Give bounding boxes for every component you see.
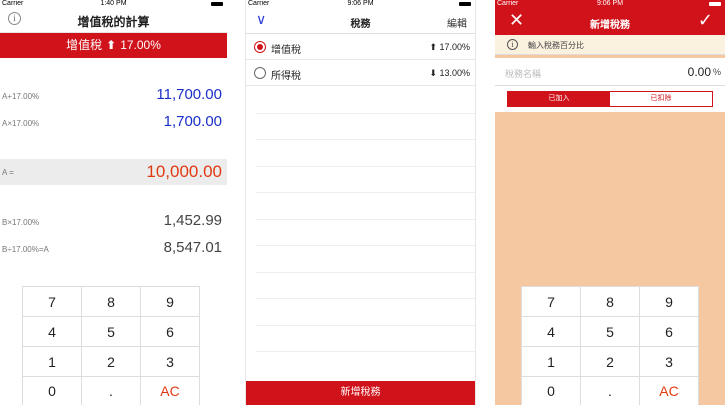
tax-name: 增值稅	[271, 45, 301, 56]
key-4[interactable]: 4	[23, 317, 82, 347]
segment-deducted[interactable]: 已扣除	[610, 92, 712, 106]
percent-unit: %	[712, 67, 721, 77]
key-7[interactable]: 7	[23, 287, 82, 317]
battery-icon	[211, 2, 223, 6]
key-7[interactable]: 7	[522, 287, 581, 317]
key-3[interactable]: 3	[640, 347, 699, 377]
amount-value: 10,000.00	[146, 162, 222, 181]
status-time: 9:06 PM	[347, 0, 374, 7]
list-divider	[256, 219, 475, 220]
result-row-tax: A×17.00% 1,700.00	[0, 110, 227, 136]
radio-selected-icon[interactable]	[254, 41, 266, 53]
row-label: B×17.00%	[2, 218, 40, 227]
key-clear[interactable]: AC	[141, 377, 200, 405]
key-9[interactable]: 9	[141, 287, 200, 317]
result-row-gross: A+17.00% 11,700.00	[0, 83, 227, 109]
page-title: 增值稅的計算	[77, 15, 150, 29]
key-4[interactable]: 4	[522, 317, 581, 347]
tax-row[interactable]: 所得稅 ⬇ 13.00%	[246, 60, 475, 86]
add-tax-button[interactable]: 新增稅務	[246, 381, 475, 405]
battery-icon	[459, 2, 471, 6]
segment-added[interactable]: 已加入	[508, 92, 610, 106]
battery-icon	[709, 2, 721, 6]
tax-rate: ⬆ 17.00%	[429, 42, 470, 52]
input-row-amount[interactable]: A = 10,000.00	[0, 159, 227, 185]
radio-unselected-icon[interactable]	[254, 67, 266, 79]
vat-calculator-screen: Carrier 1:40 PM i 增值稅的計算 增值稅 ⬆ 17.00% A+17…	[0, 0, 227, 405]
key-8[interactable]: 8	[82, 287, 141, 317]
new-tax-screen: Carrier 9:06 PM ✕ 新增稅務 ✓ i 輸入稅務百分比 稅務名稱 …	[495, 0, 725, 405]
tax-list-screen: Carrier 9:06 PM ∨ 稅務 編輯 增值稅 ⬆ 17.00% 所得稅…	[245, 0, 476, 405]
checkmark-icon[interactable]: ✓	[698, 10, 713, 31]
hint-text: 輸入稅務百分比	[528, 41, 584, 50]
list-divider	[256, 325, 475, 326]
nav-bar: i 增值稅的計算	[0, 7, 227, 33]
edit-button[interactable]: 編輯	[447, 15, 467, 30]
status-bar: Carrier 9:06 PM	[246, 0, 475, 7]
list-divider	[256, 139, 475, 140]
key-5[interactable]: 5	[581, 317, 640, 347]
tax-rate: ⬇ 13.00%	[429, 68, 470, 78]
status-time: 1:40 PM	[100, 0, 127, 7]
key-decimal[interactable]: .	[581, 377, 640, 405]
list-divider	[256, 351, 475, 352]
tax-rate: 17.00%	[120, 38, 161, 52]
add-deduct-segmented-control[interactable]: 已加入 已扣除	[507, 91, 713, 107]
status-bar: Carrier 9:06 PM	[495, 0, 725, 7]
row-label: A+17.00%	[2, 92, 40, 101]
list-divider	[256, 245, 475, 246]
key-2[interactable]: 2	[82, 347, 141, 377]
list-divider	[256, 272, 475, 273]
tax-row[interactable]: 增值稅 ⬆ 17.00%	[246, 34, 475, 60]
row-value: 1,700.00	[163, 113, 222, 130]
row-label: A =	[2, 168, 14, 177]
list-divider	[256, 113, 475, 114]
hint-banner: i 輸入稅務百分比	[495, 35, 725, 55]
key-5[interactable]: 5	[82, 317, 141, 347]
key-8[interactable]: 8	[581, 287, 640, 317]
page-title: 稅務	[350, 19, 371, 30]
tax-name-placeholder[interactable]: 稅務名稱	[505, 67, 541, 80]
key-6[interactable]: 6	[141, 317, 200, 347]
row-value: 11,700.00	[156, 86, 222, 103]
row-label: A×17.00%	[2, 119, 40, 128]
key-clear[interactable]: AC	[640, 377, 699, 405]
key-1[interactable]: 1	[23, 347, 82, 377]
list-divider	[256, 166, 475, 167]
tax-name-field[interactable]: 稅務名稱 0.00 %	[495, 58, 725, 86]
key-0[interactable]: 0	[23, 377, 82, 405]
key-2[interactable]: 2	[581, 347, 640, 377]
keypad: 7 8 9 4 5 6 1 2 3 0 . AC	[521, 286, 699, 405]
key-decimal[interactable]: .	[82, 377, 141, 405]
key-1[interactable]: 1	[522, 347, 581, 377]
key-0[interactable]: 0	[522, 377, 581, 405]
key-3[interactable]: 3	[141, 347, 200, 377]
row-value: 1,452.99	[163, 212, 222, 229]
status-time: 9:06 PM	[596, 0, 624, 7]
tax-name: 增值稅	[66, 38, 103, 52]
nav-bar: ∨ 稅務 編輯	[246, 7, 475, 34]
tax-name: 所得稅	[271, 71, 301, 82]
percent-input[interactable]: 0.00	[688, 65, 711, 79]
tax-rate-bar[interactable]: 增值稅 ⬆ 17.00%	[0, 33, 227, 58]
page-title: 新增稅務	[590, 20, 630, 31]
info-icon: i	[507, 39, 518, 50]
row-value: 8,547.01	[163, 239, 222, 256]
nav-bar: ✕ 新增稅務 ✓	[495, 7, 725, 35]
list-divider	[256, 192, 475, 193]
list-divider	[256, 298, 475, 299]
result-row-included-tax: B×17.00% 1,452.99	[0, 209, 227, 235]
row-label: B÷17.00%=A	[2, 245, 49, 254]
result-row-net: B÷17.00%=A 8,547.01	[0, 236, 227, 262]
key-6[interactable]: 6	[640, 317, 699, 347]
key-9[interactable]: 9	[640, 287, 699, 317]
segment-container: 已加入 已扣除	[495, 86, 725, 112]
keypad: 7 8 9 4 5 6 1 2 3 0 . AC	[22, 286, 200, 405]
arrow-up-icon: ⬆	[106, 38, 117, 52]
status-bar: Carrier 1:40 PM	[0, 0, 227, 7]
